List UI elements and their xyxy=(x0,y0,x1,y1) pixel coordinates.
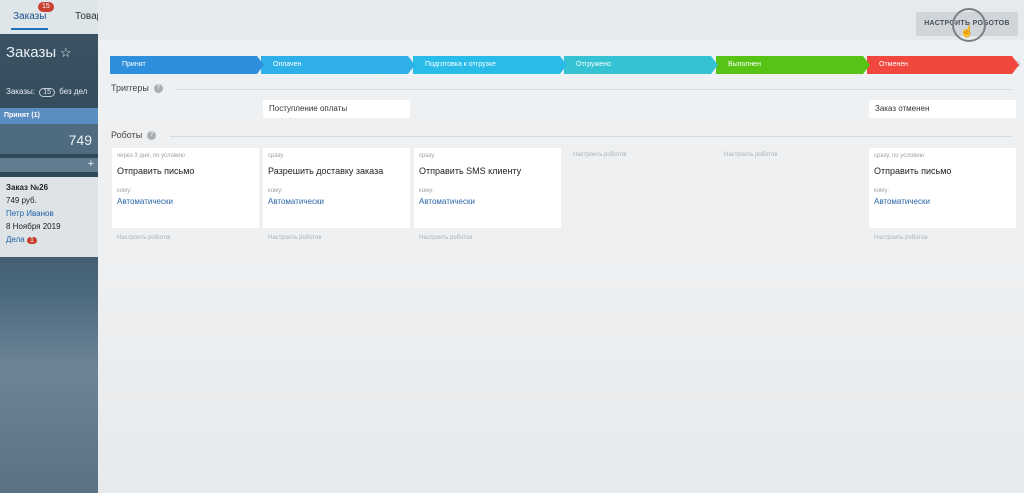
orders-suffix: без дел xyxy=(59,87,88,96)
star-icon[interactable]: ☆ xyxy=(60,45,72,61)
robots-column-accepted: через 3 дня, по условию Отправить письмо… xyxy=(112,148,259,241)
robot-card[interactable]: сразу, по условию Отправить письмо кому:… xyxy=(869,148,1016,228)
kanban-stage-header: Принят (1) xyxy=(0,108,98,124)
robots-divider xyxy=(170,136,1012,137)
robot-to-label: кому: xyxy=(117,188,132,194)
stage-accepted[interactable]: Принят xyxy=(110,56,264,74)
stage-shipped[interactable]: Отгружено xyxy=(564,56,718,74)
trigger-order-cancelled[interactable]: Заказ отменен xyxy=(869,100,1016,118)
help-icon[interactable]: ? xyxy=(153,84,163,94)
setup-robots-link[interactable]: Настроить роботов xyxy=(263,235,410,241)
trigger-payment-received[interactable]: Поступление оплаты xyxy=(263,100,410,118)
setup-robots-link[interactable]: Настроить роботов xyxy=(112,235,259,241)
robots-column-completed: Настроить роботов xyxy=(716,148,863,158)
quick-add-row: + xyxy=(0,158,98,172)
stage-preparing[interactable]: Подготовка к отгрузке xyxy=(413,56,567,74)
robot-recipient-link[interactable]: Автоматически xyxy=(874,197,1011,206)
robot-card[interactable]: сразу Отправить SMS клиенту кому: Автома… xyxy=(414,148,561,228)
stage-paid[interactable]: Оплачен xyxy=(261,56,415,74)
orders-tab-badge: 15 xyxy=(38,2,54,12)
robot-name: Отправить письмо xyxy=(874,166,952,176)
robot-condition: через 3 дня, по условию xyxy=(117,153,185,159)
robot-condition: сразу xyxy=(419,153,435,159)
robot-name: Отправить SMS клиенту xyxy=(419,166,522,176)
orders-label: Заказы: xyxy=(6,87,35,96)
triggers-divider xyxy=(176,89,1012,90)
order-card[interactable]: Заказ №26 749 руб. Петр Иванов 8 Ноября … xyxy=(0,177,98,257)
crm-top-tabs: Заказы 15 Товар xyxy=(0,0,98,34)
robot-card[interactable]: через 3 дня, по условию Отправить письмо… xyxy=(112,148,259,228)
triggers-label: Триггеры xyxy=(111,83,149,93)
setup-robots-link[interactable]: Настроить роботов xyxy=(869,235,1016,241)
robot-condition: сразу xyxy=(268,153,284,159)
kanban-stage-sum: 749 xyxy=(68,132,92,148)
kanban-stage-count: (1) xyxy=(31,112,40,119)
robot-recipient-link[interactable]: Автоматически xyxy=(419,197,556,206)
deals-count-badge: 1 xyxy=(26,237,37,244)
robot-recipient-link[interactable]: Автоматически xyxy=(117,197,254,206)
help-icon[interactable]: ? xyxy=(147,131,157,141)
robot-card[interactable]: сразу Разрешить доставку заказа кому: Ав… xyxy=(263,148,410,228)
robots-label: Роботы xyxy=(111,130,143,140)
setup-robots-link[interactable]: Настроить роботов xyxy=(716,152,863,158)
order-date: 8 Ноября 2019 xyxy=(6,222,61,231)
stage-completed[interactable]: Выполнен xyxy=(716,56,870,74)
orders-count[interactable]: 15 xyxy=(39,88,55,97)
triggers-heading: Триггеры? xyxy=(111,83,163,94)
robot-condition: сразу, по условию xyxy=(874,153,925,159)
robots-column-paid: сразу Разрешить доставку заказа кому: Ав… xyxy=(263,148,410,241)
robot-to-label: кому: xyxy=(874,188,889,194)
crm-background-panel: Заказы 15 Товар Заказы ☆ Заказы: 15 без … xyxy=(0,0,98,493)
robots-panel-header xyxy=(98,0,1024,40)
plus-icon[interactable]: + xyxy=(88,158,94,170)
stage-bar: Принят Оплачен Подготовка к отгрузке Отг… xyxy=(110,56,1019,74)
hand-cursor-icon: ☝ xyxy=(960,26,974,38)
robot-name: Отправить письмо xyxy=(117,166,195,176)
page-title: Заказы xyxy=(6,44,57,61)
robots-column-cancelled: сразу, по условию Отправить письмо кому:… xyxy=(869,148,1016,241)
robots-heading: Роботы? xyxy=(111,130,157,141)
robot-recipient-link[interactable]: Автоматически xyxy=(268,197,405,206)
order-deals-link[interactable]: Дела xyxy=(6,235,25,244)
robot-to-label: кому: xyxy=(419,188,434,194)
setup-robots-link[interactable]: Настроить роботов xyxy=(414,235,561,241)
robot-to-label: кому: xyxy=(268,188,283,194)
orders-counter: Заказы: 15 без дел xyxy=(6,87,87,97)
order-client-link[interactable]: Петр Иванов xyxy=(6,209,92,218)
kanban-stage-name: Принят xyxy=(4,112,30,119)
kanban-stage-column: Принят (1) 749 xyxy=(0,108,98,154)
setup-robots-link[interactable]: Настроить роботов xyxy=(565,152,712,158)
robots-panel: НАСТРОИТЬ РОБОТОВ ☝ Принят Оплачен Подго… xyxy=(98,0,1024,493)
tab-products[interactable]: Товар xyxy=(75,11,98,22)
robots-column-shipped: Настроить роботов xyxy=(565,148,712,158)
robots-column-preparing: сразу Отправить SMS клиенту кому: Автома… xyxy=(414,148,561,241)
order-price: 749 руб. xyxy=(6,196,37,205)
tab-orders[interactable]: Заказы xyxy=(10,11,49,30)
stage-cancelled[interactable]: Отменен xyxy=(867,56,1019,74)
robot-name: Разрешить доставку заказа xyxy=(268,166,384,176)
order-number: Заказ №26 xyxy=(6,183,49,192)
